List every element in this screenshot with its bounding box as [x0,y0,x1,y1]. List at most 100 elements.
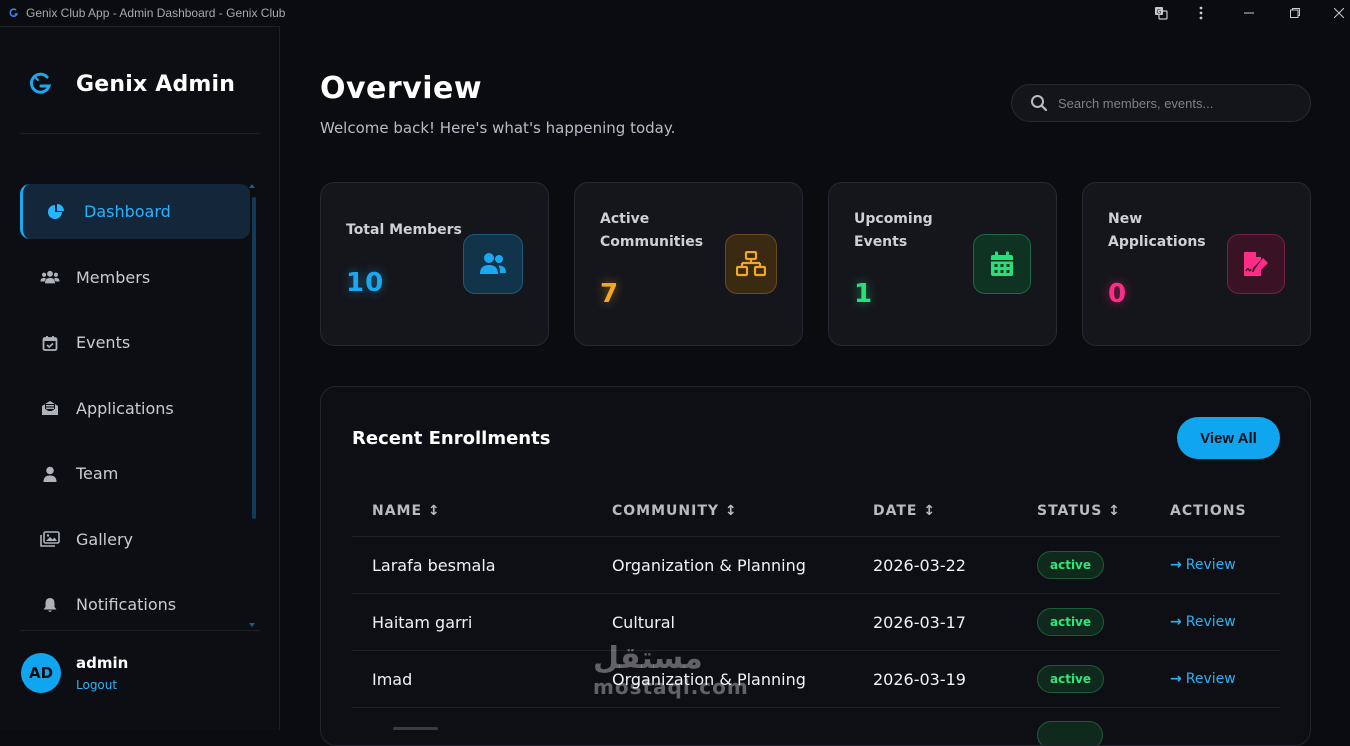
sidebar-item-label: Notifications [76,595,177,614]
envelope-open-icon [40,398,60,418]
watermark: مستقل mostaql.com [593,644,749,701]
translate-icon[interactable]: G [1150,0,1172,26]
user-profile: AD admin Logout [21,653,128,693]
review-link[interactable]: → Review [1170,557,1236,573]
status-badge: active [1037,608,1105,636]
sidebar-nav: Dashboard Members Events Applications Te… [20,184,250,643]
stat-label: Upcoming Events [854,211,933,250]
panel-title: Recent Enrollments [352,428,551,449]
stat-label: Total Members [346,222,462,238]
avatar[interactable]: AD [21,653,61,693]
column-header-date[interactable]: DATE ↕ [873,503,936,519]
recent-enrollments-panel: Recent Enrollments View All NAME ↕ COMMU… [320,386,1311,746]
app-icon [9,8,19,18]
genix-logo-icon [28,71,54,97]
search-input[interactable] [1058,95,1298,111]
pie-chart-icon [46,202,66,222]
maximize-icon[interactable] [1284,0,1306,26]
sidebar-item-gallery[interactable]: Gallery [20,512,250,567]
sidebar-item-label: Team [76,464,119,483]
user-name: admin [76,654,129,672]
file-signature-icon [1227,234,1285,294]
stat-value: 7 [600,279,620,309]
page-title: Overview [320,71,483,106]
sidebar-scrollbar[interactable] [252,197,256,519]
enrollments-table: NAME ↕ COMMUNITY ↕ DATE ↕ STATUS ↕ ACTIO… [352,485,1280,708]
status-badge [1037,721,1103,745]
page-subtitle: Welcome back! Here's what's happening to… [320,119,676,137]
review-label: Review [1185,557,1236,573]
sidebar-item-label: Gallery [76,529,133,549]
brand[interactable]: Genix Admin [28,71,235,97]
stat-value: 0 [1108,279,1128,309]
table-row: Imad Organization & Planning 2026-03-19 … [352,651,1280,708]
sidebar-item-label: Members [76,267,151,287]
main-content: Overview Welcome back! Here's what's hap… [280,26,1350,746]
cell-name: Imad [372,669,413,689]
review-link[interactable]: → Review [1170,671,1236,687]
table-row: Larafa besmala Organization & Planning 2… [352,537,1280,594]
cell-community: Organization & Planning [612,555,806,575]
stat-card-new-applications[interactable]: New Applications 0 [1082,182,1311,346]
sidebar-item-dashboard[interactable]: Dashboard [20,184,250,239]
cell-date: 2026-03-17 [873,612,966,632]
watermark-subtext: mostaql.com [593,675,749,699]
status-badge: active [1037,665,1105,693]
sidebar-item-label: Events [76,333,131,352]
stat-card-upcoming-events[interactable]: Upcoming Events 1 [828,182,1057,346]
stats-cards: Total Members 10 Active Communities 7 Up… [320,182,1311,346]
cell-community: Cultural [612,612,675,632]
sidebar-item-label: Applications [76,398,174,418]
sidebar-item-team[interactable]: Team [20,446,250,501]
stat-card-active-communities[interactable]: Active Communities 7 [574,182,803,346]
table-header: NAME ↕ COMMUNITY ↕ DATE ↕ STATUS ↕ ACTIO… [352,485,1280,537]
column-header-status[interactable]: STATUS ↕ [1037,503,1121,519]
cell-name: Haitam garri [372,612,473,632]
stat-value: 1 [854,279,874,309]
stat-card-total-members[interactable]: Total Members 10 [320,182,549,346]
divider [20,630,260,631]
sidebar-item-notifications[interactable]: Notifications [20,577,250,632]
column-header-community[interactable]: COMMUNITY ↕ [612,503,738,519]
sidebar: Genix Admin Dashboard Members Events App… [0,26,280,730]
review-link[interactable]: → Review [1170,614,1236,630]
review-label: Review [1185,671,1236,687]
bell-icon [40,595,60,615]
cell-name: Larafa besmala [372,555,496,575]
more-options-icon[interactable] [1192,0,1210,26]
arrow-right-icon: → [1170,557,1182,573]
window-titlebar: Genix Club App - Admin Dashboard - Genix… [0,0,1350,26]
stat-value: 10 [346,268,385,298]
logout-link[interactable]: Logout [76,678,128,692]
sidebar-item-label: Dashboard [84,202,171,221]
cell-date: 2026-03-22 [873,555,966,575]
scroll-down-arrow[interactable] [249,623,255,627]
sidebar-item-applications[interactable]: Applications [20,381,250,436]
sidebar-item-members[interactable]: Members [20,250,250,305]
column-header-name[interactable]: NAME ↕ [372,503,441,519]
images-icon [40,529,60,549]
calendar-check-icon [40,333,60,353]
stat-label: Active Communities [600,211,704,250]
stat-label: New Applications [1108,211,1206,250]
scroll-up-arrow[interactable] [249,184,255,188]
status-badge: active [1037,551,1105,579]
minimize-icon[interactable] [1238,0,1260,26]
search-bar[interactable] [1011,84,1311,122]
sitemap-icon [725,234,777,294]
view-all-button[interactable]: View All [1177,417,1280,459]
arrow-right-icon: → [1170,614,1182,630]
close-icon[interactable] [1328,0,1350,26]
users-icon [40,267,60,287]
column-header-actions: ACTIONS [1170,502,1247,519]
cell-date: 2026-03-19 [873,669,966,689]
users-icon [463,234,523,294]
svg-text:G: G [1157,9,1162,16]
search-icon [1030,94,1048,112]
window-title: Genix Club App - Admin Dashboard - Genix… [26,6,286,20]
brand-name: Genix Admin [76,71,236,97]
arrow-right-icon: → [1170,671,1182,687]
divider [20,133,260,134]
calendar-icon [973,234,1031,294]
sidebar-item-events[interactable]: Events [20,315,250,370]
